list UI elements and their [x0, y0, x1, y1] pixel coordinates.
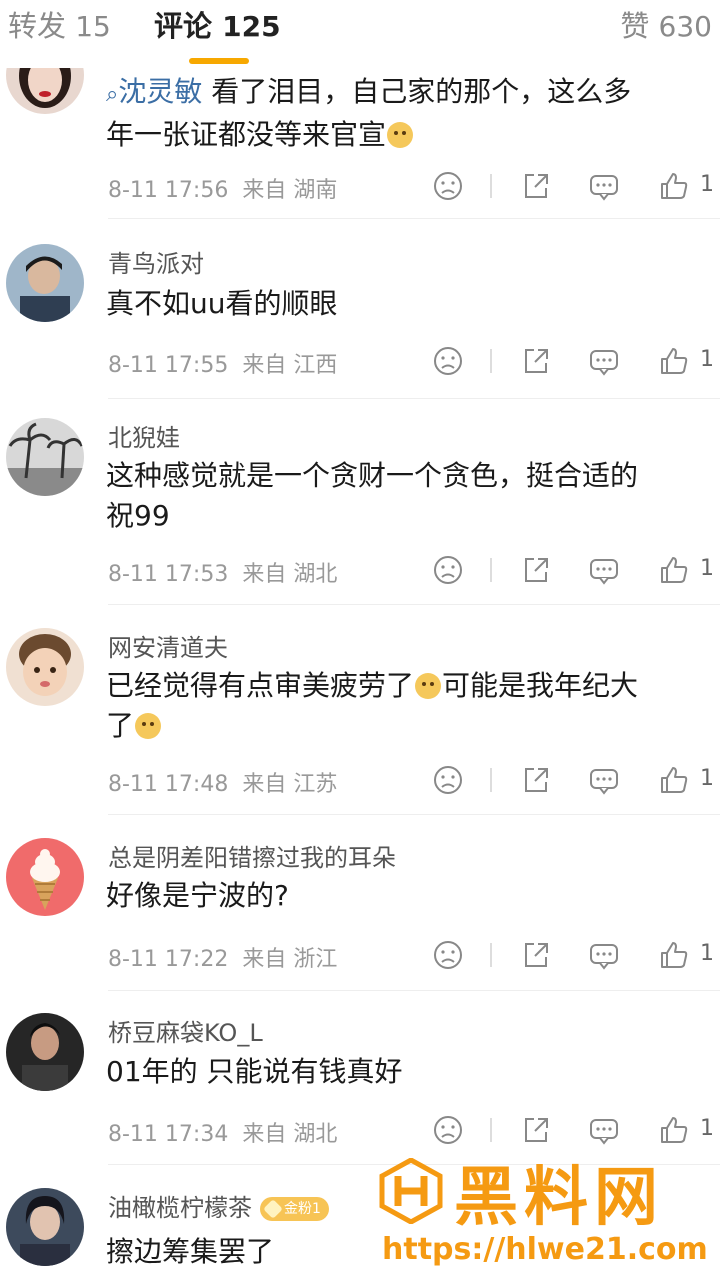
comment-divider: [108, 218, 720, 219]
comment-list: ⌕沈灵敏 看了泪目，自己家的那个，这么多 年一张证都没等来官宣 8-11 17:…: [0, 0, 720, 1280]
comment-username[interactable]: 青鸟派对: [108, 244, 204, 279]
comment-username[interactable]: 北猊娃: [108, 418, 180, 453]
watermark-url: https://hlwe21.com: [382, 1232, 708, 1267]
like-button[interactable]: [658, 939, 690, 971]
share-button[interactable]: [520, 170, 552, 202]
mention-link[interactable]: ⌕沈灵敏: [106, 75, 202, 108]
comment-text: 已经觉得有点审美疲劳了 可能是我年纪大 了: [106, 669, 639, 742]
action-divider: [490, 768, 492, 792]
comment-text: 这种感觉就是一个贪财一个贪色，挺合适的 祝99: [106, 459, 639, 532]
comment-time-source: 8-11 17:48 来自 江苏: [108, 772, 338, 797]
dislike-button[interactable]: [432, 1114, 464, 1146]
avatar[interactable]: [6, 1188, 84, 1266]
avatar[interactable]: [6, 1013, 84, 1091]
comment-text: 真不如uu看的顺眼: [106, 287, 338, 320]
comment-meta: 8-11 17:55 来自 江西 1: [0, 341, 720, 381]
comment-username[interactable]: 总是阴差阳错擦过我的耳朵: [108, 838, 396, 873]
comment-time-source: 8-11 17:55 来自 江西: [108, 353, 338, 378]
reply-button[interactable]: [588, 554, 620, 586]
comment-username: 油橄榄柠檬茶 金粉1: [108, 1188, 329, 1223]
like-button[interactable]: [658, 170, 690, 202]
comment-text: ⌕沈灵敏 看了泪目，自己家的那个，这么多 年一张证都没等来官宣: [106, 75, 632, 151]
comment-meta: 8-11 17:53 来自 湖北 1: [0, 550, 720, 590]
search-icon: ⌕: [106, 82, 119, 107]
tab-bar: 转发 15 评论 125 赞 630: [0, 0, 720, 68]
reply-button[interactable]: [588, 764, 620, 796]
username-text[interactable]: 油橄榄柠檬茶: [108, 1194, 252, 1222]
tab-comments[interactable]: 评论 125: [154, 6, 281, 47]
doge-emoji-icon: [387, 122, 414, 148]
share-button[interactable]: [520, 939, 552, 971]
like-count: 1: [700, 1116, 714, 1141]
doge-emoji-icon: [135, 713, 162, 739]
comment-meta: 8-11 17:34 来自 湖北 1: [0, 1110, 720, 1150]
like-count: 1: [700, 172, 714, 197]
action-divider: [490, 1118, 492, 1142]
share-button[interactable]: [520, 345, 552, 377]
reply-button[interactable]: [588, 170, 620, 202]
comment-username[interactable]: 桥豆麻袋KO_L: [108, 1013, 263, 1048]
comment-divider: [108, 990, 720, 991]
like-count: 1: [700, 941, 714, 966]
fan-badge: 金粉1: [260, 1197, 329, 1221]
avatar[interactable]: [6, 628, 84, 706]
avatar[interactable]: [6, 418, 84, 496]
active-tab-indicator: [189, 58, 249, 64]
action-divider: [490, 943, 492, 967]
dislike-button[interactable]: [432, 170, 464, 202]
comment-meta: 8-11 17:56 来自 湖南 1: [0, 166, 720, 206]
avatar[interactable]: [6, 244, 84, 322]
reply-button[interactable]: [588, 939, 620, 971]
watermark-title: 黑料网: [454, 1161, 664, 1235]
comment-time-source: 8-11 17:56 来自 湖南: [108, 178, 338, 203]
share-button[interactable]: [520, 1114, 552, 1146]
comment-time-source: 8-11 17:53 来自 湖北: [108, 562, 338, 587]
tab-likes[interactable]: 赞 630: [620, 6, 712, 47]
comment-text: 01年的 只能说有钱真好: [106, 1055, 403, 1088]
doge-emoji-icon: [415, 673, 442, 699]
comment-time-source: 8-11 17:34 来自 湖北: [108, 1122, 338, 1147]
avatar[interactable]: [6, 838, 84, 916]
dislike-button[interactable]: [432, 345, 464, 377]
action-divider: [490, 558, 492, 582]
dislike-button[interactable]: [432, 939, 464, 971]
tab-repost[interactable]: 转发 15: [8, 6, 111, 47]
comment-time-source: 8-11 17:22 来自 浙江: [108, 947, 338, 972]
share-button[interactable]: [520, 764, 552, 796]
comment-text: 好像是宁波的?: [106, 879, 289, 912]
like-button[interactable]: [658, 554, 690, 586]
watermark: 黑料网 https://hlwe21.com: [378, 1150, 720, 1280]
comment-username[interactable]: 网安清道夫: [108, 628, 228, 663]
dislike-button[interactable]: [432, 554, 464, 586]
comment-divider: [108, 814, 720, 815]
like-count: 1: [700, 766, 714, 791]
like-button[interactable]: [658, 1114, 690, 1146]
like-count: 1: [700, 347, 714, 372]
comment-divider: [108, 604, 720, 605]
like-count: 1: [700, 556, 714, 581]
comment-divider: [108, 398, 720, 399]
like-button[interactable]: [658, 764, 690, 796]
reply-button[interactable]: [588, 345, 620, 377]
dislike-button[interactable]: [432, 764, 464, 796]
action-divider: [490, 174, 492, 198]
watermark-logo-icon: [379, 1158, 443, 1224]
share-button[interactable]: [520, 554, 552, 586]
action-divider: [490, 349, 492, 373]
like-button[interactable]: [658, 345, 690, 377]
comment-meta: 8-11 17:48 来自 江苏 1: [0, 760, 720, 800]
reply-button[interactable]: [588, 1114, 620, 1146]
comment-meta: 8-11 17:22 来自 浙江 1: [0, 935, 720, 975]
